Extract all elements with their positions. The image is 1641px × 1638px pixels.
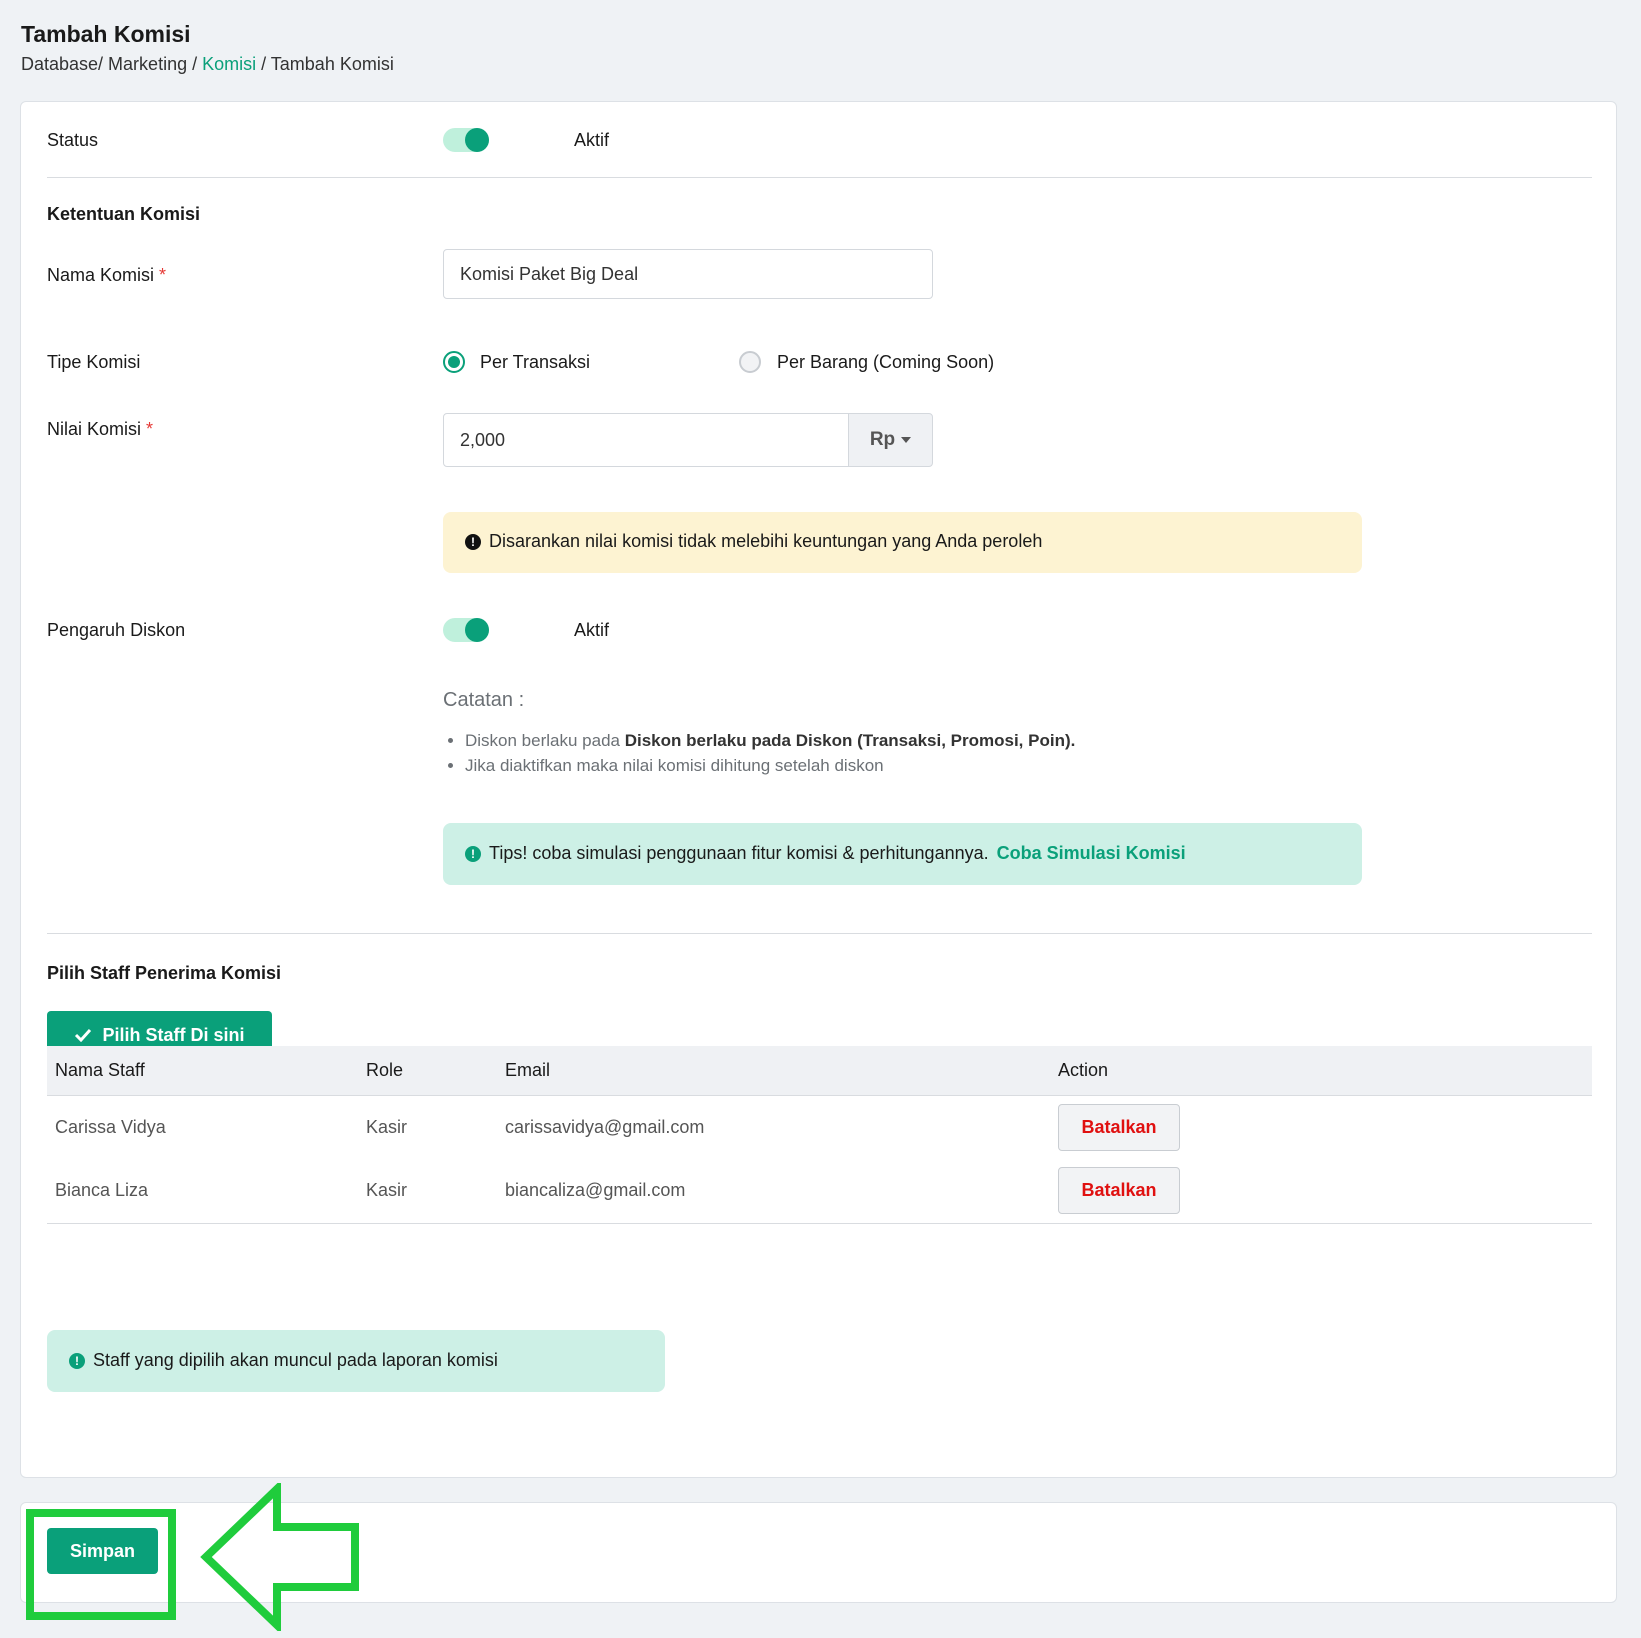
column-header-action: Action [1050, 1046, 1592, 1096]
nama-komisi-label: Nama Komisi * [47, 265, 166, 286]
divider [47, 177, 1592, 178]
table-row: Bianca Liza Kasir biancaliza@gmail.com B… [47, 1159, 1592, 1224]
staff-name: Bianca Liza [47, 1159, 358, 1224]
nilai-komisi-label-text: Nilai Komisi [47, 419, 142, 439]
batalkan-button[interactable]: Batalkan [1058, 1103, 1180, 1151]
table-row: Carissa Vidya Kasir carissavidya@gmail.c… [47, 1095, 1592, 1159]
action-cell: Batalkan [1050, 1095, 1592, 1159]
column-header-email: Email [497, 1046, 1050, 1096]
radio-per-barang-label: Per Barang (Coming Soon) [777, 352, 995, 372]
radio-dot [448, 356, 460, 368]
page-title: Tambah Komisi [21, 21, 191, 47]
tips-text: Tips! coba simulasi penggunaan fitur kom… [489, 843, 989, 863]
section-ketentuan-komisi: Ketentuan Komisi [47, 204, 201, 224]
pengaruh-diskon-toggle[interactable] [443, 618, 489, 642]
nilai-komisi-input[interactable] [443, 413, 849, 467]
nilai-komisi-label: Nilai Komisi * [47, 419, 153, 440]
breadcrumb-current: / Tambah Komisi [256, 54, 394, 74]
notes-item: Jika diaktifkan maka nilai komisi dihitu… [465, 753, 1343, 778]
action-cell: Batalkan [1050, 1159, 1592, 1224]
radio-per-barang [739, 351, 761, 373]
status-label: Status [47, 130, 99, 150]
column-header-nama-staff: Nama Staff [47, 1046, 358, 1096]
breadcrumb: Database/ Marketing / Komisi / Tambah Ko… [21, 54, 394, 75]
staff-role: Kasir [358, 1159, 497, 1224]
staff-email: biancaliza@gmail.com [497, 1159, 1050, 1224]
currency-dropdown[interactable]: Rp [848, 413, 933, 467]
exclamation-circle-icon: ! [465, 533, 481, 550]
pengaruh-diskon-label: Pengaruh Diskon [47, 620, 186, 640]
notes-item-bold: Diskon berlaku pada Diskon (Transaksi, P… [624, 731, 1076, 750]
status-value: Aktif [574, 130, 610, 150]
toggle-knob [465, 618, 489, 642]
arrow-left-icon [200, 1483, 359, 1631]
exclamation-circle-icon: ! [69, 1352, 85, 1369]
batalkan-button[interactable]: Batalkan [1058, 1167, 1180, 1215]
tips-alert: ! Tips! coba simulasi penggunaan fitur k… [443, 823, 1362, 885]
warning-text: Disarankan nilai komisi tidak melebihi k… [489, 531, 1043, 551]
status-toggle[interactable] [443, 128, 489, 152]
caret-down-icon [901, 437, 912, 443]
notes-list: Diskon berlaku pada Diskon berlaku pada … [443, 728, 1343, 778]
divider [47, 933, 1592, 934]
nama-komisi-label-text: Nama Komisi [47, 265, 155, 285]
staff-email: carissavidya@gmail.com [505, 1116, 705, 1137]
section-pilih-staff: Pilih Staff Penerima Komisi [47, 963, 282, 983]
staff-info-text: Staff yang dipilih akan muncul pada lapo… [93, 1350, 498, 1370]
tipe-komisi-label: Tipe Komisi [47, 352, 141, 372]
toggle-knob [465, 128, 489, 152]
pengaruh-diskon-value: Aktif [574, 620, 610, 640]
staff-table: Nama Staff Role Email Action Carissa Vid… [47, 1046, 1592, 1224]
form-card: Status Aktif Ketentuan Komisi Nama Komis… [20, 101, 1617, 1478]
simulasi-komisi-link[interactable]: Coba Simulasi Komisi [997, 843, 1186, 864]
staff-info-alert: ! Staff yang dipilih akan muncul pada la… [47, 1330, 665, 1392]
nama-komisi-input[interactable] [443, 249, 933, 299]
highlight-box [26, 1509, 176, 1620]
notes-item-text: Diskon berlaku pada [465, 731, 625, 750]
warning-alert: ! Disarankan nilai komisi tidak melebihi… [443, 512, 1362, 573]
breadcrumb-database-marketing[interactable]: Database/ Marketing / [21, 54, 202, 74]
staff-role: Kasir [366, 1116, 408, 1137]
currency-label: Rp [869, 429, 896, 450]
column-header-role: Role [358, 1046, 497, 1096]
check-icon [75, 1028, 92, 1042]
breadcrumb-komisi[interactable]: Komisi [202, 54, 256, 74]
exclamation-circle-icon: ! [465, 845, 481, 862]
pilih-staff-button-label: Pilih Staff Di sini [102, 1024, 245, 1045]
notes-title: Catatan : [443, 689, 525, 711]
radio-per-transaksi[interactable] [443, 351, 465, 373]
table-header-row: Nama Staff Role Email Action [47, 1046, 1592, 1096]
required-mark: * [146, 419, 154, 439]
radio-per-transaksi-label[interactable]: Per Transaksi [480, 352, 590, 373]
required-mark: * [159, 265, 167, 285]
staff-name: Carissa Vidya [55, 1116, 166, 1137]
notes-item: Diskon berlaku pada Diskon berlaku pada … [465, 728, 1343, 753]
